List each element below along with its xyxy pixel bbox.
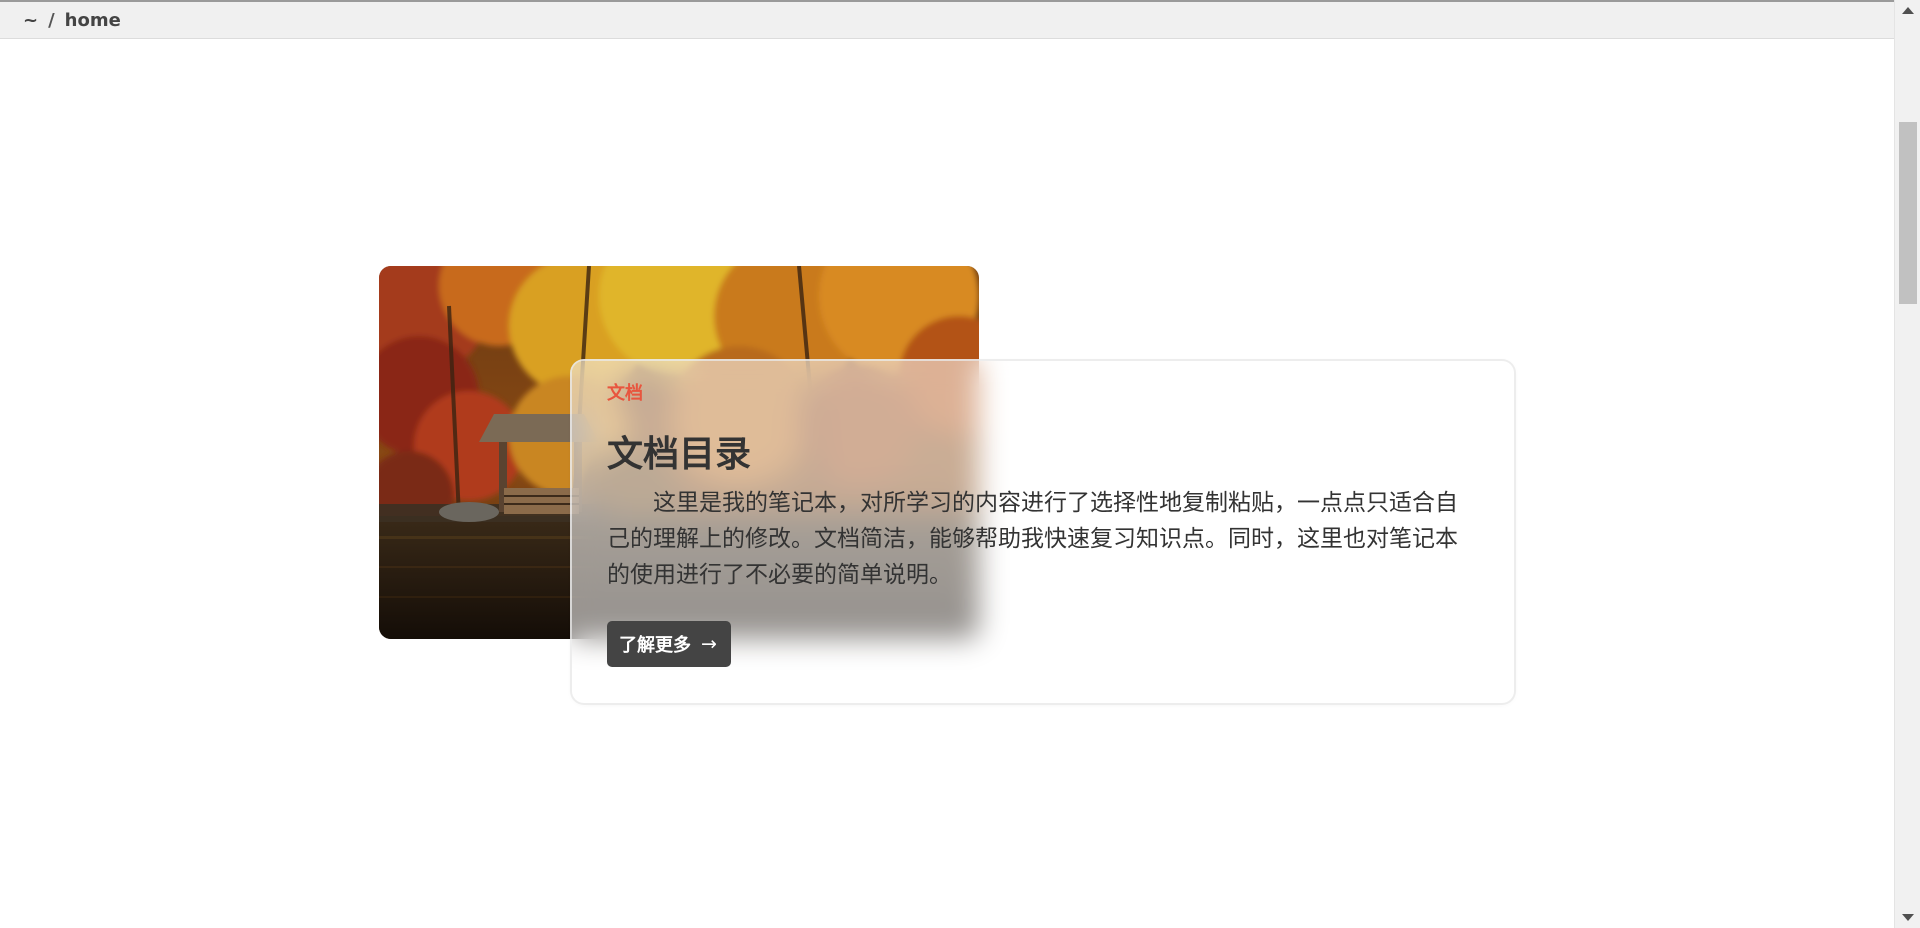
card-description: 这里是我的笔记本，对所学习的内容进行了选择性地复制粘贴，一点点只适合自己的理解上… — [607, 490, 1458, 588]
arrow-right-icon: → — [701, 633, 717, 655]
card-title: 文档目录 — [607, 434, 752, 475]
breadcrumb-root[interactable]: ~ — [23, 10, 38, 31]
learn-more-button[interactable]: 了解更多 → — [607, 621, 731, 667]
docs-card: 文档 文档目录 这里是我的笔记本，对所学习的内容进行了选择性地复制粘贴，一点点只… — [572, 361, 1514, 703]
learn-more-label: 了解更多 — [619, 635, 691, 656]
breadcrumb-current[interactable]: home — [65, 10, 121, 31]
breadcrumb: ~ / home — [23, 10, 121, 31]
scroll-thumb[interactable] — [1899, 122, 1917, 304]
top-bar: ~ / home — [0, 0, 1894, 39]
card-category-tag: 文档 — [607, 383, 643, 404]
scroll-down-icon[interactable] — [1902, 914, 1914, 921]
scroll-up-icon[interactable] — [1902, 7, 1914, 14]
vertical-scrollbar[interactable] — [1894, 0, 1920, 928]
breadcrumb-separator: / — [48, 10, 55, 31]
